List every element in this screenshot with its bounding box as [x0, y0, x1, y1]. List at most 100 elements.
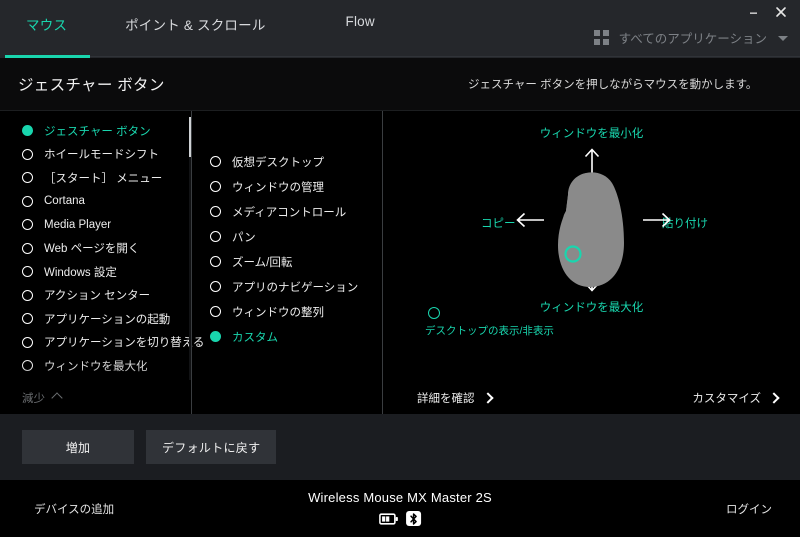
collapse-label: 減少	[22, 393, 45, 405]
section-hint: ジェスチャー ボタンを押しながらマウスを動かします。	[468, 79, 758, 91]
radio-icon	[22, 313, 33, 325]
titlebar: マウス ポイント & スクロール Flow すべてのアプリケーション	[0, 0, 800, 58]
list-item-label: カスタム	[232, 331, 278, 344]
close-icon	[776, 7, 786, 17]
customize-link[interactable]: カスタマイズ	[692, 390, 780, 406]
tab-bar: マウス ポイント & スクロール Flow	[0, 14, 415, 34]
application-selector-label: すべてのアプリケーション	[618, 32, 767, 46]
radio-icon	[22, 219, 33, 231]
list-item[interactable]: ウィンドウを最大化	[0, 354, 191, 378]
battery-icon	[379, 512, 398, 525]
mouse-silhouette-icon	[556, 171, 628, 294]
list-item-label: ウィンドウの整列	[232, 306, 324, 319]
list-item-label: アプリケーションの起動	[44, 313, 171, 326]
desktop-toggle-label: デスクトップの表示/非表示	[425, 325, 554, 337]
list-item[interactable]: ホイールモードシフト	[0, 143, 191, 167]
radio-icon	[210, 156, 221, 167]
list-item-label: ホイールモードシフト	[44, 149, 159, 162]
arrow-right-icon	[642, 211, 672, 234]
radio-icon	[22, 172, 33, 184]
chevron-up-icon	[51, 391, 63, 404]
logitech-options-window: マウス ポイント & スクロール Flow すべてのアプリケーション ジェスチャ…	[0, 0, 800, 537]
list-item-label: ［スタート］ メニュー	[44, 172, 163, 185]
list-item-label: アプリのナビゲーション	[232, 281, 359, 294]
arrow-left-icon	[515, 211, 545, 234]
radio-icon	[22, 195, 33, 207]
customize-link-label: カスタマイズ	[692, 393, 761, 405]
list-item[interactable]: Windows 設定	[0, 260, 191, 284]
list-item[interactable]: アクション センター	[0, 284, 191, 308]
status-bar: デバイスの追加 Wireless Mouse MX Master 2S ログイン	[0, 480, 800, 537]
collapse-list-button[interactable]: 減少	[22, 390, 63, 406]
list-item[interactable]: カスタム	[192, 324, 382, 349]
radio-icon	[210, 331, 221, 342]
gesture-up-label: ウィンドウを最小化	[539, 128, 644, 140]
radio-icon	[210, 256, 221, 267]
add-device-button[interactable]: デバイスの追加	[34, 501, 114, 517]
application-selector[interactable]: すべてのアプリケーション	[593, 28, 788, 47]
section-header: ジェスチャー ボタン ジェスチャー ボタンを押しながらマウスを動かします。	[0, 58, 800, 111]
add-button[interactable]: 増加	[22, 430, 134, 464]
action-category-list: ジェスチャー ボタン ホイールモードシフト ［スタート］ メニュー Cortan…	[0, 111, 204, 414]
list-item[interactable]: 仮想デスクトップ	[192, 149, 382, 174]
grid-icon	[593, 29, 610, 46]
list-item[interactable]: Media Player	[0, 213, 191, 237]
list-item[interactable]: ウィンドウの管理	[192, 174, 382, 199]
tab-point-and-scroll[interactable]: ポイント & スクロール	[85, 14, 305, 34]
preview-footer-links: 詳細を確認 カスタマイズ	[383, 390, 800, 406]
login-button[interactable]: ログイン	[726, 501, 772, 517]
radio-icon	[22, 242, 33, 254]
list-item[interactable]: ジェスチャー ボタン	[0, 119, 191, 143]
radio-icon	[22, 289, 33, 301]
list-item[interactable]: ウィンドウの整列	[192, 299, 382, 324]
radio-icon	[210, 231, 221, 242]
list-item[interactable]: アプリのナビゲーション	[192, 274, 382, 299]
list-item[interactable]: Cortana	[0, 190, 191, 214]
content-area: ジェスチャー ボタン ホイールモードシフト ［スタート］ メニュー Cortan…	[0, 111, 800, 414]
list-item-label: Media Player	[44, 218, 112, 231]
radio-icon	[210, 181, 221, 192]
reset-defaults-button[interactable]: デフォルトに戻す	[146, 430, 277, 464]
radio-icon	[210, 281, 221, 292]
gesture-button-press-icon	[428, 307, 440, 319]
chevron-right-icon	[481, 392, 494, 404]
tab-mouse[interactable]: マウス	[0, 14, 85, 34]
bluetooth-icon	[406, 511, 421, 526]
close-button[interactable]	[768, 2, 794, 22]
gesture-diagram: ウィンドウを最小化 ウィンドウを最大化 コピー 貼り付け デスクトップの表示/非…	[383, 111, 800, 363]
radio-icon	[22, 336, 33, 348]
device-name: Wireless Mouse MX Master 2S	[308, 490, 492, 505]
chevron-down-icon	[778, 35, 788, 41]
list-item-label: アプリケーションを切り替える	[44, 337, 205, 350]
device-status: Wireless Mouse MX Master 2S	[308, 490, 492, 526]
list-item[interactable]: パン	[192, 224, 382, 249]
radio-icon	[210, 206, 221, 217]
radio-icon	[22, 125, 33, 137]
desktop-toggle-action[interactable]: デスクトップの表示/非表示	[425, 307, 554, 338]
gesture-preview-panel: ウィンドウを最小化 ウィンドウを最大化 コピー 貼り付け デスクトップの表示/非…	[382, 111, 800, 414]
list-item[interactable]: メディアコントロール	[192, 199, 382, 224]
radio-icon	[22, 266, 33, 278]
list-item[interactable]: Web ページを開く	[0, 237, 191, 261]
radio-icon	[210, 306, 221, 317]
radio-icon	[22, 148, 33, 160]
list-item-label: ジェスチャー ボタン	[44, 125, 151, 138]
chevron-right-icon	[768, 392, 780, 404]
details-link[interactable]: 詳細を確認	[417, 390, 494, 406]
list-item-label: 仮想デスクトップ	[232, 156, 324, 169]
device-indicators	[308, 511, 492, 526]
details-link-label: 詳細を確認	[417, 393, 475, 405]
gesture-down-label: ウィンドウを最大化	[539, 302, 644, 314]
list-item[interactable]: ［スタート］ メニュー	[0, 166, 191, 190]
minimize-button[interactable]	[740, 2, 766, 22]
minimize-icon	[749, 12, 757, 14]
list-item-label: Cortana	[44, 195, 85, 208]
page-title: ジェスチャー ボタン	[18, 77, 165, 94]
list-item-label: ウィンドウを最大化	[44, 360, 148, 373]
list-item[interactable]: アプリケーションの起動	[0, 307, 191, 331]
tab-flow[interactable]: Flow	[306, 14, 415, 29]
gesture-left-label: コピー	[481, 218, 516, 230]
list-item[interactable]: アプリケーションを切り替える	[0, 331, 204, 355]
list-item-label: Windows 設定	[44, 266, 117, 279]
list-item[interactable]: ズーム/回転	[192, 249, 382, 274]
